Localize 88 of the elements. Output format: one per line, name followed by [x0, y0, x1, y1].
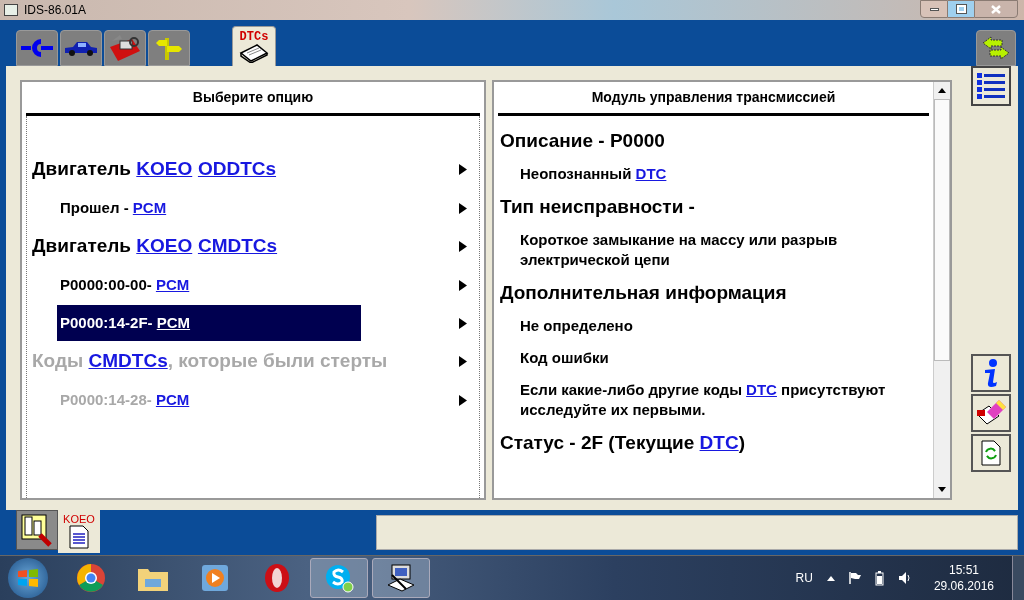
- minimize-button[interactable]: [920, 0, 948, 18]
- link[interactable]: PCM: [132, 198, 167, 216]
- option-item[interactable]: Прошел - PCM: [27, 189, 479, 227]
- toolbar-tab[interactable]: DTCs: [232, 26, 276, 66]
- description-text: Код ошибки: [520, 348, 610, 368]
- list-button[interactable]: [971, 66, 1011, 106]
- toolbar-tab[interactable]: [60, 30, 102, 66]
- option-item[interactable]: Двигатель KOEO CMDTCs: [27, 227, 479, 266]
- battery-icon[interactable]: [874, 570, 884, 586]
- description-text: Короткое замыкание на массу или разрыв электрической цепи: [520, 230, 839, 270]
- description-text: Если какие-либо другие коды DTC присутствуют исследуйте их первыми.: [520, 380, 887, 420]
- arrow-icon: [459, 394, 467, 406]
- panel-title: Модуль управления трансмиссией: [591, 88, 836, 107]
- browser-icon: [76, 563, 106, 593]
- close-icon: [991, 4, 1001, 14]
- tab-label: DTCs: [239, 30, 269, 43]
- refresh-icon: [981, 440, 1001, 466]
- section-heading: Двигатель KOEO CMDTCs: [31, 234, 278, 259]
- plug-icon: [21, 37, 53, 59]
- panel-title: Выберите опцию: [192, 88, 314, 107]
- scroll-thumb[interactable]: [934, 99, 950, 361]
- bottom-tab[interactable]: KOEO: [58, 510, 100, 553]
- tool-button[interactable]: [971, 394, 1011, 432]
- document-icon: [69, 525, 89, 549]
- tray-arrow-icon[interactable]: [826, 575, 835, 581]
- minimize-icon: [929, 7, 939, 11]
- option-label: P0000:14-28- PCM: [59, 389, 190, 410]
- option-label: P0000:14-2F- PCM: [57, 305, 361, 341]
- link[interactable]: PCM: [156, 311, 191, 335]
- toolbar-tab[interactable]: [104, 30, 146, 66]
- report-icon: [20, 513, 54, 547]
- close-button[interactable]: [974, 0, 1018, 18]
- start-button[interactable]: [8, 558, 48, 598]
- section-heading: Тип неисправности -: [500, 194, 696, 219]
- clock-date: 29.06.2016: [933, 578, 994, 594]
- maximize-button[interactable]: [948, 0, 974, 18]
- link[interactable]: DTC: [635, 165, 667, 182]
- arrow-icon: [459, 241, 467, 252]
- taskbar-app[interactable]: [372, 558, 430, 598]
- description-text: Не определено: [520, 316, 634, 336]
- computer-icon: [386, 563, 416, 593]
- tool-button[interactable]: [971, 434, 1011, 472]
- arrow-icon: [459, 164, 467, 175]
- option-item[interactable]: Двигатель KOEO ODDTCs: [27, 150, 479, 189]
- option-label: P0000:00-00- PCM: [59, 274, 190, 295]
- show-desktop-button[interactable]: [1012, 555, 1024, 600]
- section-heading: Дополнительная информация: [500, 280, 788, 305]
- option-item[interactable]: P0000:14-2F- PCM: [27, 304, 479, 342]
- link[interactable]: CMDTCs: [197, 235, 278, 257]
- link[interactable]: PCM: [155, 275, 190, 293]
- book-icon: [239, 42, 269, 63]
- option-label: Прошел - PCM: [59, 197, 167, 218]
- link[interactable]: ODDTCs: [197, 158, 277, 180]
- skype-icon: [324, 563, 354, 593]
- car-icon: [63, 39, 99, 57]
- window-title: IDS-86.01A: [24, 2, 87, 19]
- tab-label: KOEO: [63, 514, 95, 525]
- arrow-icon: [459, 317, 467, 329]
- app-icon: [4, 4, 18, 16]
- description-text: Неопознанный DTC: [520, 164, 668, 184]
- clock[interactable]: 15:51 29.06.2016: [933, 562, 994, 594]
- arrow-icon: [459, 202, 467, 214]
- speaker-icon[interactable]: [897, 571, 912, 585]
- list-icon: [976, 72, 1006, 100]
- language-indicator[interactable]: RU: [795, 569, 813, 587]
- link[interactable]: KOEO: [136, 235, 193, 257]
- swap-button[interactable]: [976, 30, 1016, 66]
- section-heading: Двигатель KOEO ODDTCs: [31, 157, 277, 182]
- restore-icon: [956, 5, 966, 13]
- section-heading: Статус - 2F (Текущие DTC): [500, 426, 933, 460]
- windows-logo-icon: [17, 568, 39, 588]
- section-heading: Коды CMDTCs, которые были стерты: [31, 349, 388, 374]
- swap-arrows-icon: [982, 36, 1010, 60]
- scrollbar[interactable]: [933, 82, 950, 498]
- bottom-tab[interactable]: [16, 510, 58, 550]
- section-heading: Описание - P0000: [500, 128, 666, 153]
- link[interactable]: DTC: [746, 381, 777, 398]
- flag-icon[interactable]: [848, 571, 861, 585]
- opera-icon: [264, 563, 290, 593]
- tool-button[interactable]: [971, 354, 1011, 392]
- arrow-icon: [459, 279, 467, 291]
- play-icon: [201, 564, 229, 592]
- toolbox-icon: [108, 33, 142, 63]
- link[interactable]: DTC: [699, 428, 739, 458]
- arrow-icon: [459, 356, 467, 367]
- clock-time: 15:51: [948, 562, 979, 578]
- link[interactable]: KOEO: [136, 158, 193, 180]
- option-item[interactable]: P0000:00-00- PCM: [27, 266, 479, 304]
